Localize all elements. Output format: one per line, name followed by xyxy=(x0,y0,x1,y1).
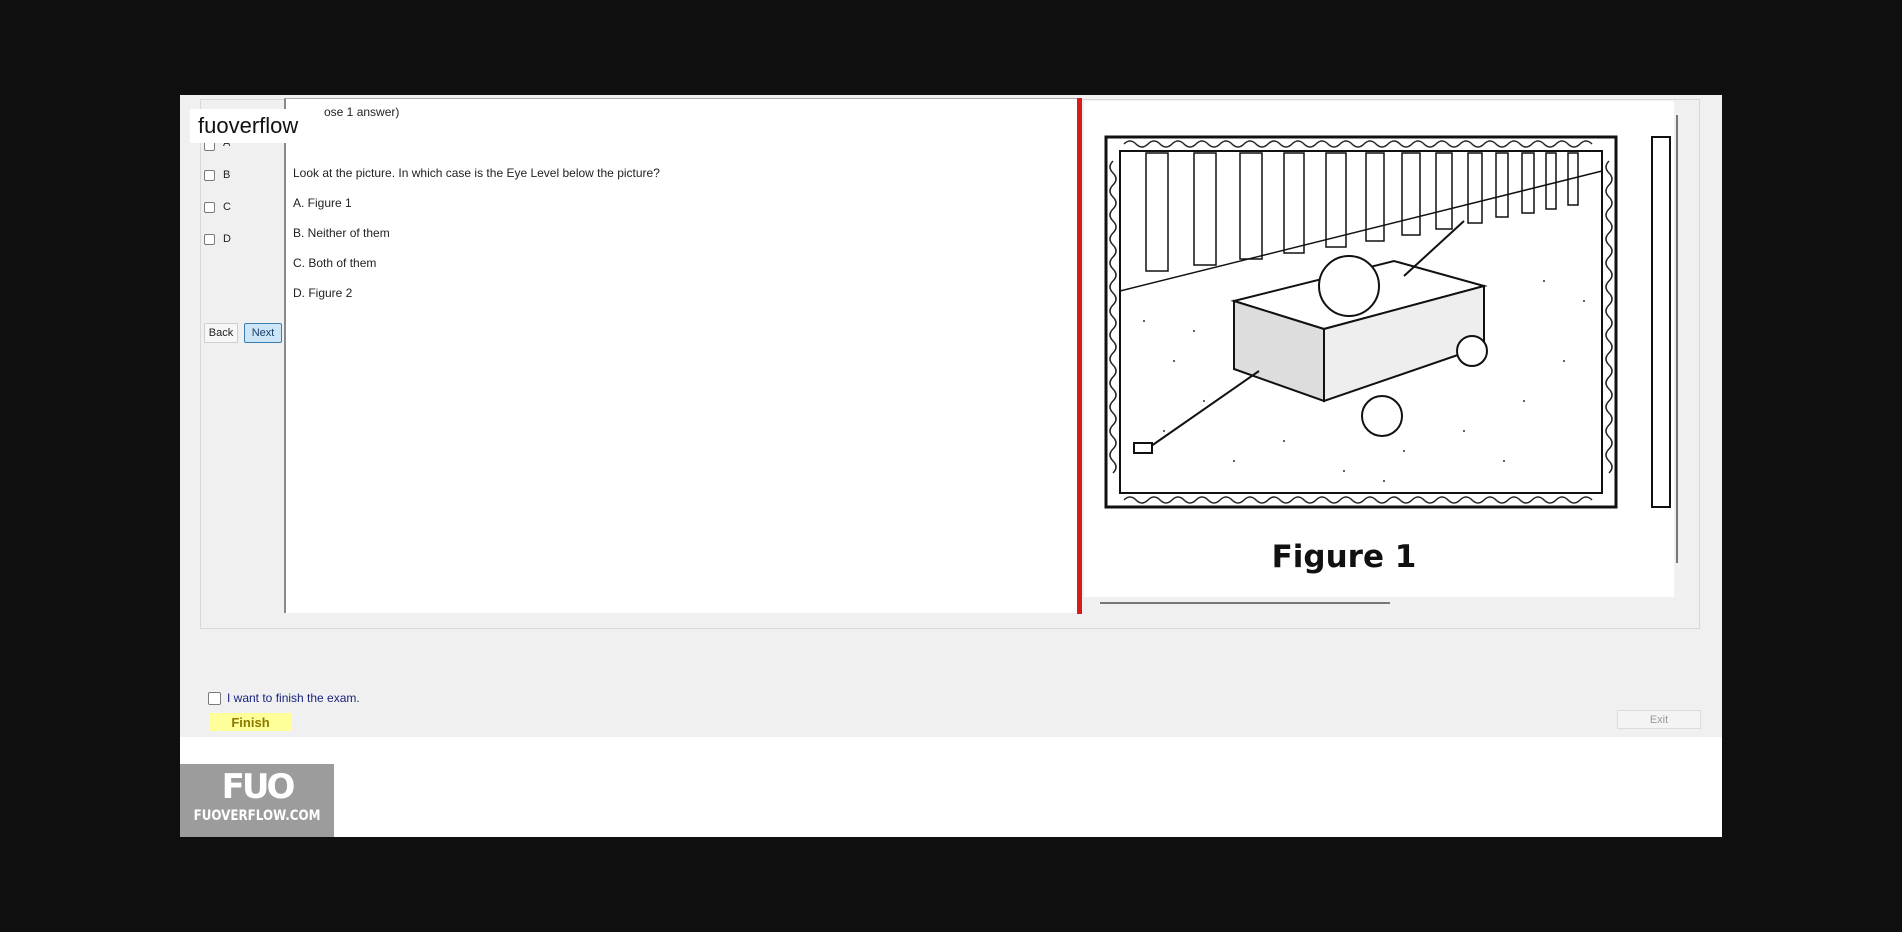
option-d: D. Figure 2 xyxy=(293,286,353,300)
answer-letter: B xyxy=(223,169,231,181)
option-b: B. Neither of them xyxy=(293,226,390,240)
exit-button[interactable]: Exit xyxy=(1617,710,1701,729)
checkbox-icon[interactable] xyxy=(204,169,215,181)
finish-confirm-label: I want to finish the exam. xyxy=(227,691,360,705)
checkbox-icon[interactable] xyxy=(204,201,215,213)
exam-window: fuoverflow A B C D Back Next ose 1 answe… xyxy=(180,95,1722,837)
question-panel: ose 1 answer) Look at the picture. In wh… xyxy=(284,98,1080,613)
panel-divider[interactable] xyxy=(1077,98,1082,614)
question-prompt: Look at the picture. In which case is th… xyxy=(293,166,660,180)
answer-letter: A xyxy=(223,143,230,148)
figure-caption: Figure 1 xyxy=(1271,539,1417,575)
answer-letter: D xyxy=(223,233,231,245)
finish-button[interactable]: Finish xyxy=(209,713,292,731)
logo-mark: FUO xyxy=(221,767,296,807)
figure-vertical-scrollbar[interactable] xyxy=(1676,115,1678,563)
answer-checkbox-c[interactable]: C xyxy=(204,199,231,215)
logo-text: FUOVERFLOW.COM xyxy=(193,808,321,824)
figure-panel: Figure 1 xyxy=(1084,101,1674,597)
answer-checkbox-d[interactable]: D xyxy=(204,231,231,247)
bottom-strip xyxy=(180,737,1722,837)
back-button[interactable]: Back xyxy=(204,323,238,343)
answer-letter: C xyxy=(223,201,231,213)
question-instruction: ose 1 answer) xyxy=(324,105,400,119)
finish-confirm-checkbox[interactable]: I want to finish the exam. xyxy=(208,691,360,705)
checkbox-icon[interactable] xyxy=(208,691,221,705)
watermark-label: fuoverflow xyxy=(190,109,306,143)
figure-horizontal-scrollbar[interactable] xyxy=(1100,602,1390,604)
wagon-drawing xyxy=(1104,135,1671,509)
option-a: A. Figure 1 xyxy=(293,196,352,210)
answer-checkbox-b[interactable]: B xyxy=(204,167,230,183)
checkbox-icon[interactable] xyxy=(204,233,215,245)
option-c: C. Both of them xyxy=(293,256,377,270)
fuoverflow-logo: FUO FUOVERFLOW.COM xyxy=(180,764,334,837)
next-button[interactable]: Next xyxy=(244,323,282,343)
